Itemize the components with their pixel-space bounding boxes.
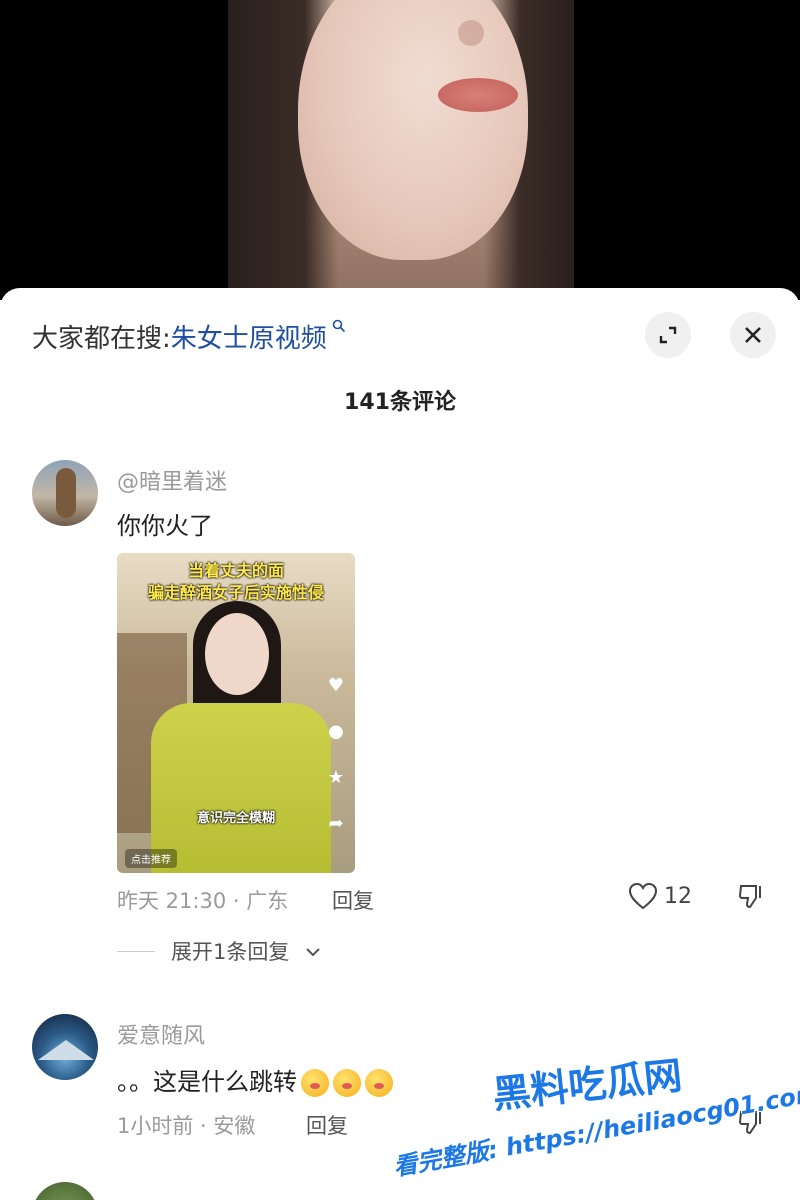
close-icon <box>745 327 761 343</box>
comment-video-thumbnail[interactable]: 当着丈夫的面 骗走醉酒女子后实施性侵 ♥ ● ★ ➦ 意识完全模糊 点击推荐 <box>117 553 355 873</box>
thumbnail-badge: 点击推荐 <box>125 849 177 868</box>
kissing-emoji-icon <box>365 1069 393 1097</box>
comment-text: 你你火了 <box>117 512 213 540</box>
kissing-emoji-icon <box>301 1069 329 1097</box>
expand-replies-label: 展开1条回复 <box>171 940 290 964</box>
thumbnail-subtitle: 意识完全模糊 <box>196 811 275 826</box>
expand-replies[interactable]: 展开1条回复 <box>117 936 321 966</box>
search-icon <box>327 318 346 337</box>
thumbnail-head <box>205 613 269 695</box>
video-player[interactable] <box>0 0 800 300</box>
kissing-emoji-icon <box>333 1069 361 1097</box>
close-button[interactable] <box>730 312 776 358</box>
comment-meta: 1小时前 · 安徽 <box>117 1114 256 1138</box>
trending-search-term[interactable]: 朱女士原视频 <box>171 324 327 354</box>
thumbnail-caption-2: 骗走醉酒女子后实施性侵 <box>147 583 324 602</box>
heart-icon <box>628 882 658 910</box>
video-lips <box>438 78 518 112</box>
video-face <box>298 0 528 260</box>
reply-button[interactable]: 回复 <box>306 1110 348 1140</box>
comment-meta: 昨天 21:30 · 广东 <box>117 889 289 913</box>
chevron-down-icon <box>305 942 321 961</box>
comment-count: 141条评论 <box>344 390 456 415</box>
expand-button[interactable] <box>645 312 691 358</box>
avatar-mountain <box>38 1040 94 1060</box>
expand-divider <box>117 950 155 952</box>
like-count: 12 <box>664 883 692 909</box>
video-nose <box>458 20 484 46</box>
expand-icon <box>659 326 677 344</box>
comment-username[interactable]: 爱意随风 <box>117 1018 205 1050</box>
dislike-icon <box>738 885 761 909</box>
comment-text: 。。这是什么跳转 <box>117 1062 393 1097</box>
trending-search[interactable]: 大家都在搜:朱女士原视频 <box>32 318 346 355</box>
comment-icon: ● <box>328 721 344 742</box>
thumbnail-jacket <box>151 703 331 873</box>
comment-text-body: 。。这是什么跳转 <box>117 1068 297 1096</box>
like-button[interactable]: 12 <box>628 882 692 910</box>
avatar[interactable] <box>32 1014 98 1080</box>
star-icon: ★ <box>327 767 345 788</box>
dislike-button[interactable] <box>738 882 766 914</box>
video-frame <box>228 0 574 300</box>
avatar-figure <box>56 468 76 518</box>
comment-username[interactable]: @暗里着迷 <box>117 464 227 496</box>
reply-button[interactable]: 回复 <box>332 885 374 915</box>
avatar[interactable] <box>32 460 98 526</box>
thumbnail-caption-1: 当着丈夫的面 <box>187 561 284 580</box>
trending-search-prefix: 大家都在搜: <box>32 324 171 354</box>
heart-icon: ♥ <box>327 675 345 696</box>
